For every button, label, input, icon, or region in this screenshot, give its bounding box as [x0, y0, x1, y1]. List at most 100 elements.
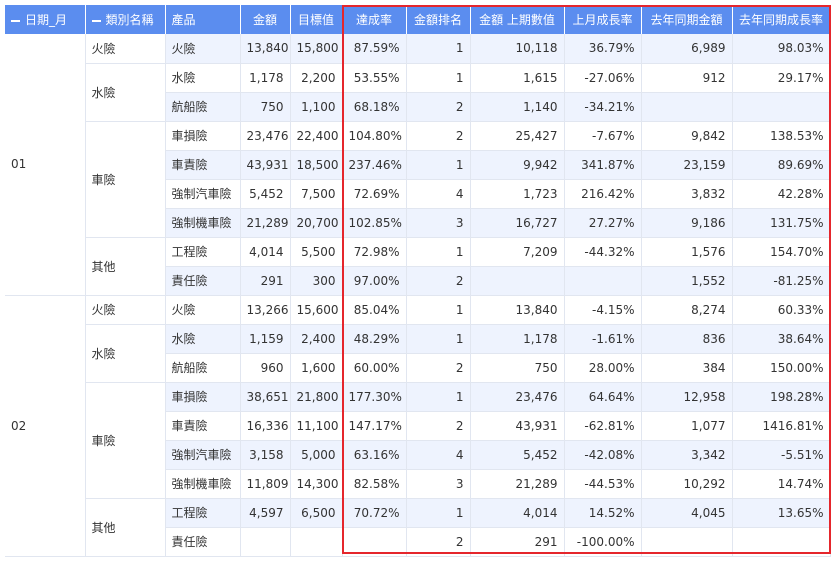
amount-header[interactable]: 金額 — [240, 5, 291, 34]
mom-growth-cell: -1.61% — [564, 324, 642, 354]
yoy-amount-cell: 10,292 — [641, 469, 733, 499]
achievement-rate-cell: 237.46% — [342, 150, 407, 180]
table-row: 水險 水險 1,159 2,400 48.29% 1 1,178 -1.61% 836 38.64… — [5, 324, 831, 383]
yoy-amount-header[interactable]: 去年同期金額 — [641, 5, 733, 34]
date-month-header[interactable]: 日期_月 — [5, 5, 86, 34]
product-cell: 火險 — [165, 295, 241, 325]
amount-cell — [240, 527, 291, 557]
yoy-amount-cell: 4,045 — [641, 498, 733, 528]
yoy-amount-cell — [641, 527, 733, 557]
achievement-rate-cell: 53.55% — [342, 63, 407, 93]
yoy-amount-cell: 3,832 — [641, 179, 733, 209]
yoy-amount-cell: 836 — [641, 324, 733, 354]
achievement-rate-cell: 102.85% — [342, 208, 407, 238]
product-cell: 責任險 — [165, 266, 241, 296]
rank-cell: 2 — [406, 92, 471, 122]
product-cell: 航船險 — [165, 353, 241, 383]
category-cell[interactable]: 車險 — [85, 382, 166, 499]
collapse-icon[interactable] — [11, 19, 20, 22]
previous-amount-cell: 1,140 — [470, 92, 565, 122]
mom-growth-cell: -27.06% — [564, 63, 642, 93]
previous-amount-cell: 16,727 — [470, 208, 565, 238]
amount-rank-header[interactable]: 金額排名 — [406, 5, 471, 34]
previous-amount-cell: 9,942 — [470, 150, 565, 180]
category-cell[interactable]: 其他 — [85, 498, 166, 557]
previous-amount-cell: 25,427 — [470, 121, 565, 151]
month-cell[interactable]: 02 — [5, 295, 86, 557]
achievement-rate-cell: 60.00% — [342, 353, 407, 383]
target-cell: 21,800 — [290, 382, 343, 412]
mom-growth-cell: 27.27% — [564, 208, 642, 238]
amount-cell: 16,336 — [240, 411, 291, 441]
table-row: 02 火險 火險 13,266 15,600 85.04% 1 13,840 -4.15% 8,2… — [5, 295, 831, 557]
category-cell[interactable]: 車險 — [85, 121, 166, 238]
rank-cell: 1 — [406, 295, 471, 325]
yoy-growth-cell — [732, 92, 831, 122]
target-cell: 14,300 — [290, 469, 343, 499]
product-cell: 水險 — [165, 63, 241, 93]
yoy-growth-cell: 154.70% — [732, 237, 831, 267]
rank-cell: 4 — [406, 440, 471, 470]
previous-amount-cell: 1,615 — [470, 63, 565, 93]
mom-growth-header[interactable]: 上月成長率 — [564, 5, 642, 34]
category-cell[interactable]: 火險 — [85, 295, 166, 325]
product-header[interactable]: 產品 — [165, 5, 241, 34]
previous-amount-cell: 5,452 — [470, 440, 565, 470]
mom-growth-cell: 36.79% — [564, 34, 642, 64]
yoy-growth-cell: -81.25% — [732, 266, 831, 296]
yoy-growth-header[interactable]: 去年同期成長率 — [732, 5, 831, 34]
rank-cell: 2 — [406, 266, 471, 296]
rank-cell: 1 — [406, 150, 471, 180]
yoy-growth-cell: 138.53% — [732, 121, 831, 151]
rank-cell: 1 — [406, 237, 471, 267]
table-row: 01 火險 火險 13,840 15,800 87.59% 1 10,118 36.79% 6,9… — [5, 34, 831, 296]
amount-cell: 21,289 — [240, 208, 291, 238]
table-row: 其他 工程險 4,014 5,500 72.98% 1 7,209 -44.32% 1,576 1… — [5, 237, 831, 296]
month-cell[interactable]: 01 — [5, 34, 86, 296]
header-row: 日期_月 類別名稱 產品 金額 目標值 達成率 金額排名 金額 上期數值 上月成… — [5, 5, 831, 34]
achievement-rate-header[interactable]: 達成率 — [342, 5, 407, 34]
product-cell: 車損險 — [165, 382, 241, 412]
category-cell[interactable]: 水險 — [85, 63, 166, 122]
collapse-icon[interactable] — [91, 19, 101, 22]
rank-cell: 1 — [406, 63, 471, 93]
yoy-amount-cell — [641, 92, 733, 122]
previous-amount-cell: 291 — [470, 527, 565, 557]
yoy-amount-cell: 9,186 — [641, 208, 733, 238]
achievement-rate-cell: 72.98% — [342, 237, 407, 267]
achievement-rate-cell: 97.00% — [342, 266, 407, 296]
achievement-rate-cell: 82.58% — [342, 469, 407, 499]
product-cell: 車責險 — [165, 411, 241, 441]
yoy-amount-cell: 384 — [641, 353, 733, 383]
category-cell[interactable]: 火險 — [85, 34, 166, 64]
previous-amount-cell: 21,289 — [470, 469, 565, 499]
amount-cell: 1,178 — [240, 63, 291, 93]
amount-cell: 43,931 — [240, 150, 291, 180]
achievement-rate-cell: 104.80% — [342, 121, 407, 151]
previous-amount-cell: 23,476 — [470, 382, 565, 412]
mom-growth-cell: -44.53% — [564, 469, 642, 499]
mom-growth-cell: 64.64% — [564, 382, 642, 412]
previous-amount-cell: 750 — [470, 353, 565, 383]
yoy-growth-cell: 13.65% — [732, 498, 831, 528]
pivot-table: 日期_月 類別名稱 產品 金額 目標值 達成率 金額排名 金額 上期數值 上月成… — [5, 5, 831, 557]
yoy-amount-cell: 1,077 — [641, 411, 733, 441]
table-row: 水險 水險 1,178 2,200 53.55% 1 1,615 -27.06% 912 29.1… — [5, 63, 831, 122]
amount-cell: 13,840 — [240, 34, 291, 64]
amount-cell: 23,476 — [240, 121, 291, 151]
mom-growth-cell: -7.67% — [564, 121, 642, 151]
yoy-growth-cell: 38.64% — [732, 324, 831, 354]
target-header[interactable]: 目標值 — [290, 5, 343, 34]
previous-amount-cell: 10,118 — [470, 34, 565, 64]
category-header[interactable]: 類別名稱 — [85, 5, 166, 34]
previous-amount-header[interactable]: 金額 上期數值 — [470, 5, 565, 34]
achievement-rate-cell: 147.17% — [342, 411, 407, 441]
target-cell: 1,100 — [290, 92, 343, 122]
mom-growth-cell: 14.52% — [564, 498, 642, 528]
category-cell[interactable]: 水險 — [85, 324, 166, 383]
category-cell[interactable]: 其他 — [85, 237, 166, 296]
mom-growth-cell: 341.87% — [564, 150, 642, 180]
mom-growth-cell: -100.00% — [564, 527, 642, 557]
mom-growth-cell: -34.21% — [564, 92, 642, 122]
yoy-growth-cell: 60.33% — [732, 295, 831, 325]
